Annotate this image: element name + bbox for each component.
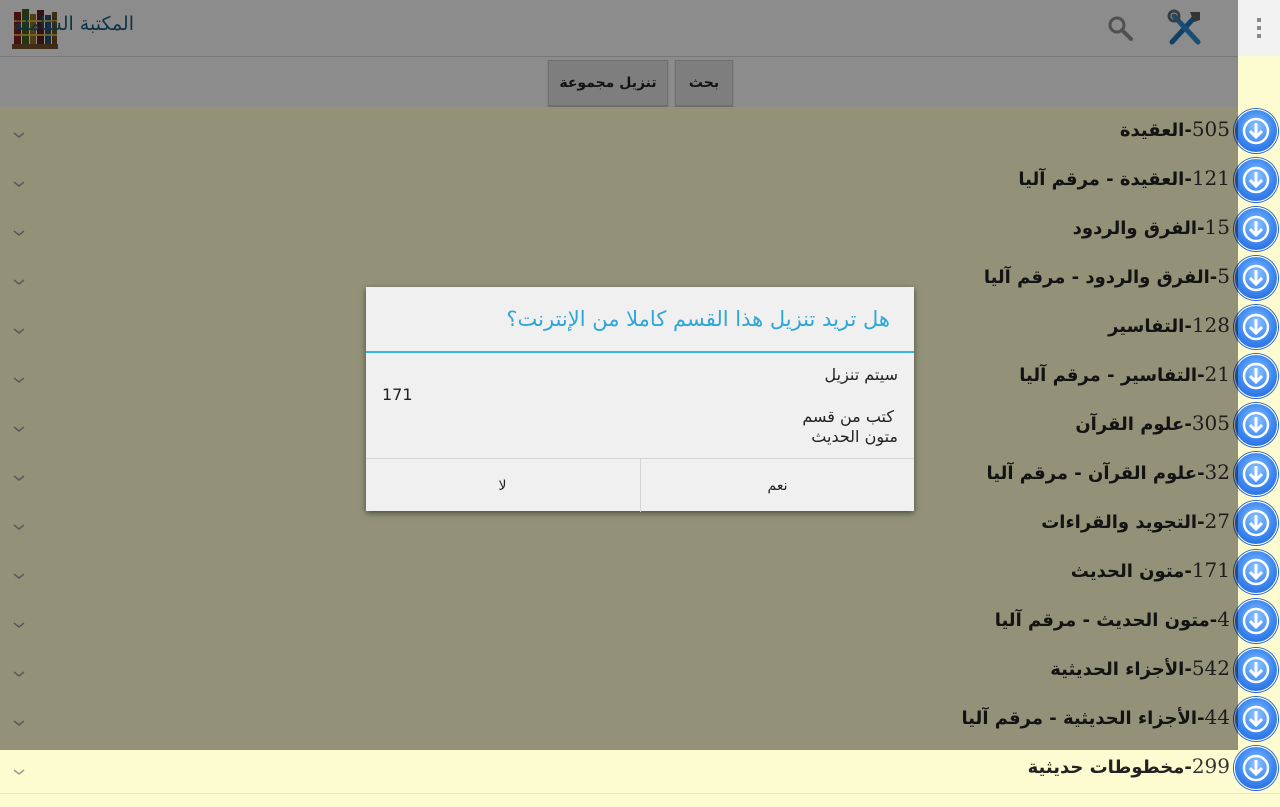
dialog-book-count: 171: [382, 385, 413, 404]
category-count: 299: [1191, 754, 1230, 778]
category-name: مخطوطات حديثية: [1027, 757, 1185, 778]
download-arrow-icon[interactable]: [1234, 599, 1278, 643]
download-arrow-icon[interactable]: [1234, 697, 1278, 741]
chevron-down-icon[interactable]: [12, 762, 26, 775]
download-arrow-icon[interactable]: [1234, 305, 1278, 349]
download-arrow-icon[interactable]: [1234, 648, 1278, 692]
dialog-title: هل تريد تنزيل هذا القسم كاملا من الإنترن…: [506, 307, 890, 331]
no-button[interactable]: لا: [366, 459, 639, 512]
separator: -: [1184, 757, 1192, 778]
download-arrow-icon[interactable]: [1234, 550, 1278, 594]
overflow-menu-icon[interactable]: [1252, 15, 1266, 41]
download-arrow-icon[interactable]: [1234, 158, 1278, 202]
list-item[interactable]: 299-مخطوطات حديثية: [0, 744, 1280, 794]
download-confirm-dialog: هل تريد تنزيل هذا القسم كاملا من الإنترن…: [366, 287, 914, 512]
download-arrow-icon[interactable]: [1234, 207, 1278, 251]
dialog-message-line2: كتب من قسم: [802, 407, 894, 426]
dialog-message: سيتم تنزيل 171 كتب من قسم متون الحديث: [366, 353, 914, 457]
dialog-buttons: لا نعم: [366, 458, 914, 512]
download-arrow-icon[interactable]: [1234, 354, 1278, 398]
download-arrow-icon[interactable]: [1234, 501, 1278, 545]
yes-button[interactable]: نعم: [641, 459, 914, 512]
dialog-category-name: متون الحديث: [811, 427, 898, 446]
category-label: 299-مخطوطات حديثية: [1028, 754, 1230, 778]
download-arrow-icon[interactable]: [1234, 256, 1278, 300]
overflow-strip: [1238, 0, 1280, 56]
download-arrow-icon[interactable]: [1234, 746, 1278, 790]
download-arrow-icon[interactable]: [1234, 452, 1278, 496]
dialog-message-line1: سيتم تنزيل: [824, 365, 898, 384]
download-arrow-icon[interactable]: [1234, 109, 1278, 153]
download-arrow-icon[interactable]: [1234, 403, 1278, 447]
